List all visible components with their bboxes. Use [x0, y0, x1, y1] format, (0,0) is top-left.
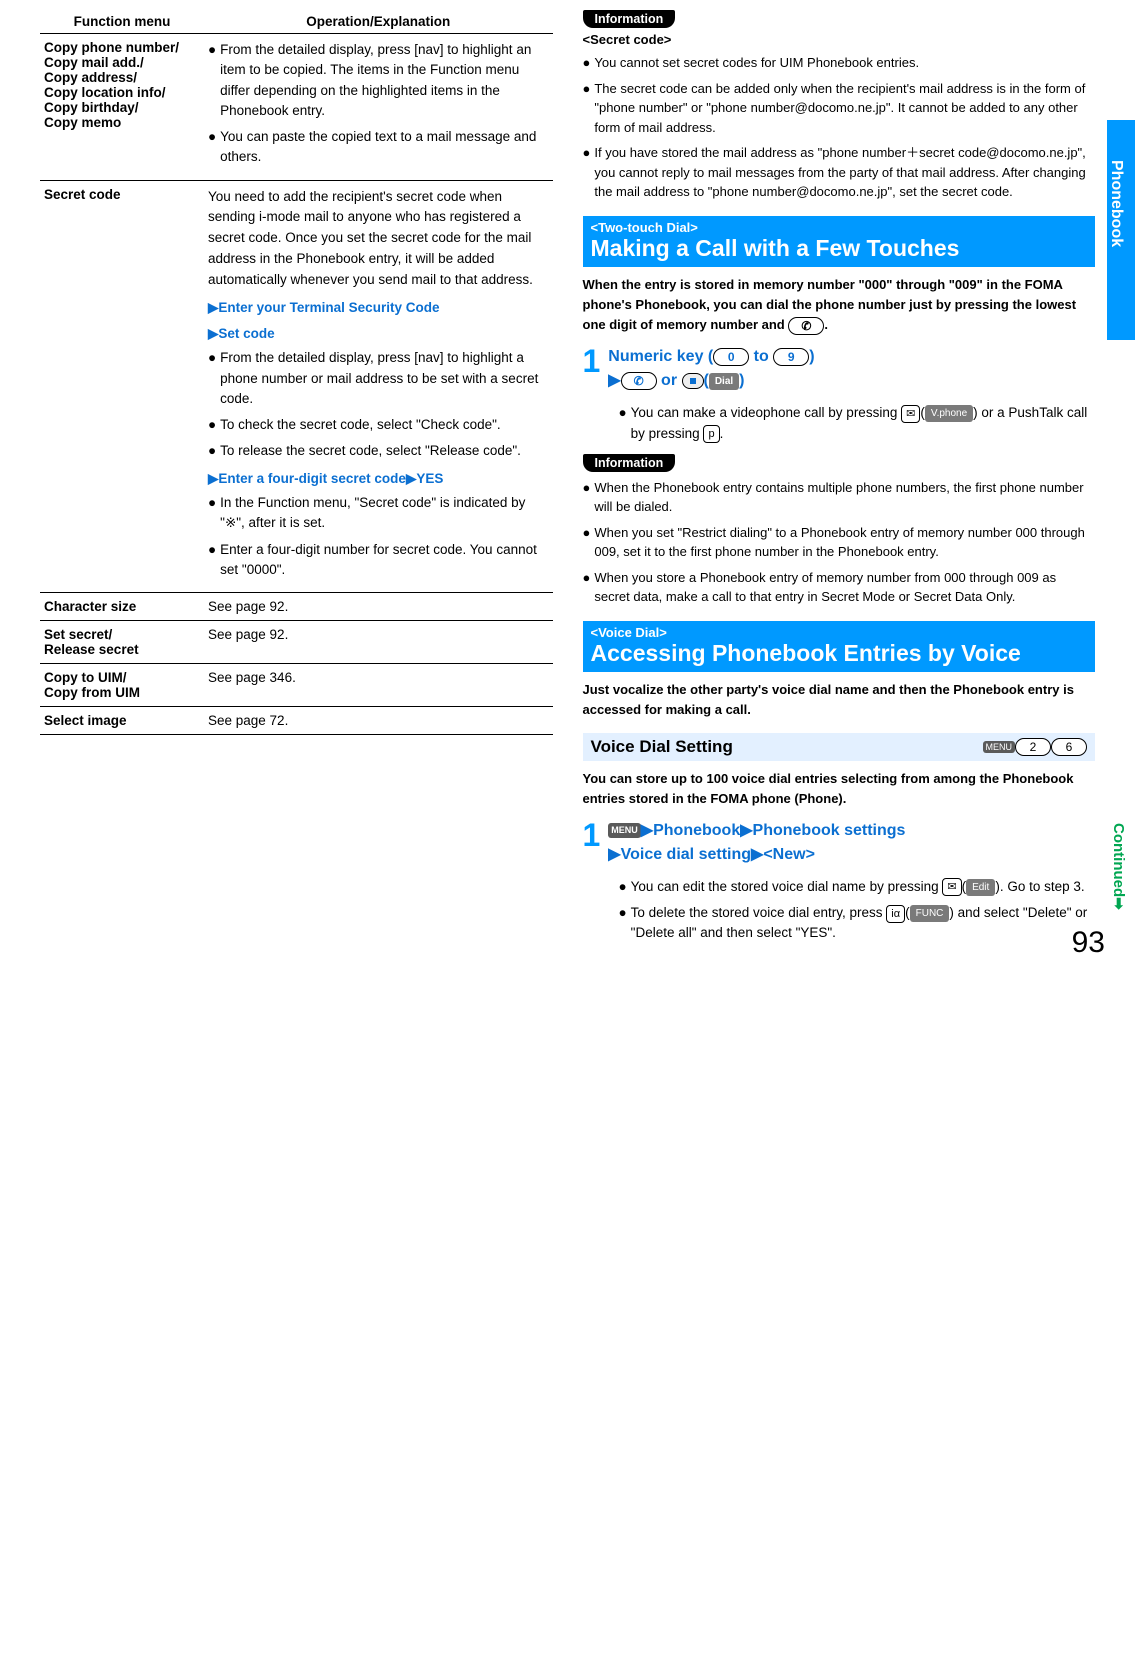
s2-step-num-1: 1: [583, 819, 601, 867]
section-voice-dial: <Voice Dial> Accessing Phonebook Entries…: [583, 621, 1096, 672]
continued-label: Continued➡: [1109, 823, 1127, 910]
page-number: 93: [1072, 926, 1105, 960]
mail-key-icon-2: ✉: [942, 878, 961, 896]
step-num-1: 1: [583, 345, 601, 393]
nav-key-icon: [682, 373, 704, 389]
edit-chip: Edit: [966, 879, 995, 896]
secret-i2: To check the secret code, select "Check …: [220, 415, 500, 435]
dial-chip: Dial: [709, 373, 739, 390]
section-two-touch: <Two-touch Dial> Making a Call with a Fe…: [583, 216, 1096, 267]
th-function-menu: Function menu: [40, 10, 204, 34]
mail-key-icon: ✉: [901, 405, 920, 423]
key-9-icon: 9: [773, 348, 809, 366]
secret-i3: To release the secret code, select "Rele…: [220, 441, 521, 461]
th-operation: Operation/Explanation: [204, 10, 553, 34]
info-two-touch: Information ●When the Phonebook entry co…: [583, 454, 1096, 607]
info-sub: <Secret code>: [583, 32, 1096, 47]
right-column: Information <Secret code> ●You cannot se…: [583, 10, 1096, 950]
continued-arrow-icon: ➡: [1110, 897, 1127, 910]
side-tab: Phonebook: [1107, 120, 1135, 340]
menu-shortcut: MENU26: [983, 737, 1088, 757]
menu-key-icon: MENU: [608, 823, 641, 839]
row-copy-content: ●From the detailed display, press [nav] …: [204, 34, 553, 181]
section2-tag: <Voice Dial>: [591, 625, 1088, 640]
secret-i4: In the Function menu, "Secret code" is i…: [220, 493, 548, 534]
s2-sub1: To delete the stored voice dial entry, p…: [631, 903, 1095, 944]
info2-i2: When you store a Phonebook entry of memo…: [594, 568, 1095, 607]
key-0-icon: 0: [713, 348, 749, 366]
section1-desc: When the entry is stored in memory numbe…: [583, 275, 1096, 335]
call-key-icon: ✆: [788, 317, 824, 335]
section2-desc: Just vocalize the other party's voice di…: [583, 680, 1096, 720]
secret-step2: ▶Set code: [208, 323, 549, 345]
section1-title: Making a Call with a Few Touches: [591, 235, 1088, 261]
s2-step1-body: MENU▶Phonebook▶Phonebook settings ▶Voice…: [608, 819, 1095, 867]
section2-subitems: ●You can edit the stored voice dial name…: [619, 877, 1096, 944]
key-6: 6: [1051, 738, 1087, 756]
row-charsize-text: See page 92.: [204, 593, 553, 621]
info2-badge: Information: [583, 454, 676, 472]
info2-i1: When you set "Restrict dialing" to a Pho…: [594, 523, 1095, 562]
row-uim-text: See page 346.: [204, 664, 553, 707]
info-badge: Information: [583, 10, 676, 28]
row-uim-label: Copy to UIM/ Copy from UIM: [40, 664, 204, 707]
voice-dial-setting-desc: You can store up to 100 voice dial entri…: [583, 769, 1096, 809]
vphone-chip: V.phone: [925, 405, 973, 422]
info1-i1: The secret code can be added only when t…: [594, 79, 1095, 138]
secret-step3: ▶Enter a four-digit secret code▶YES: [208, 468, 549, 490]
i-key-icon: iα: [886, 905, 905, 923]
secret-intro: You need to add the recipient's secret c…: [208, 187, 549, 292]
section2-title: Accessing Phonebook Entries by Voice: [591, 640, 1088, 666]
left-column: Function menu Operation/Explanation Copy…: [40, 10, 553, 950]
side-tab-label: Phonebook: [1107, 120, 1125, 247]
s1-sub0: You can make a videophone call by pressi…: [631, 403, 1095, 444]
section2-step1: 1 MENU▶Phonebook▶Phonebook settings ▶Voi…: [583, 819, 1096, 867]
key-2: 2: [1015, 738, 1051, 756]
s2-sub0: You can edit the stored voice dial name …: [631, 877, 1085, 897]
info1-i2: If you have stored the mail address as "…: [594, 143, 1095, 202]
section1-step1: 1 Numeric key (0 to 9) ▶✆ or (Dial): [583, 345, 1096, 393]
secret-step1: ▶Enter your Terminal Security Code: [208, 297, 549, 319]
row-setsecret-text: See page 92.: [204, 621, 553, 664]
info-secret-code: Information <Secret code> ●You cannot se…: [583, 10, 1096, 202]
voice-dial-setting-header: Voice Dial Setting MENU26: [583, 733, 1096, 761]
row-copy-item1: From the detailed display, press [nav] t…: [220, 40, 548, 121]
menu-chip: MENU: [983, 741, 1016, 753]
row-copy-item2: You can paste the copied text to a mail …: [220, 127, 548, 168]
secret-i5: Enter a four-digit number for secret cod…: [220, 540, 548, 581]
info1-i0: You cannot set secret codes for UIM Phon…: [594, 53, 919, 73]
row-selimg-text: See page 72.: [204, 707, 553, 735]
row-charsize-label: Character size: [40, 593, 204, 621]
info2-i0: When the Phonebook entry contains multip…: [594, 478, 1095, 517]
function-menu-table: Function menu Operation/Explanation Copy…: [40, 10, 553, 735]
section1-tag: <Two-touch Dial>: [591, 220, 1088, 235]
func-chip: FUNC: [910, 905, 950, 922]
pushtalk-key-icon: p: [703, 425, 719, 443]
call-key-icon-2: ✆: [621, 372, 657, 390]
step1-body: Numeric key (0 to 9) ▶✆ or (Dial): [608, 345, 1095, 393]
secret-i1: From the detailed display, press [nav] t…: [220, 348, 548, 409]
row-secret-content: You need to add the recipient's secret c…: [204, 180, 553, 593]
row-secret-label: Secret code: [40, 180, 204, 593]
voice-dial-setting-title: Voice Dial Setting: [591, 737, 733, 757]
section1-subitems: ●You can make a videophone call by press…: [619, 403, 1096, 444]
row-copy-labels: Copy phone number/ Copy mail add./ Copy …: [40, 34, 204, 181]
row-setsecret-label: Set secret/ Release secret: [40, 621, 204, 664]
row-selimg-label: Select image: [40, 707, 204, 735]
